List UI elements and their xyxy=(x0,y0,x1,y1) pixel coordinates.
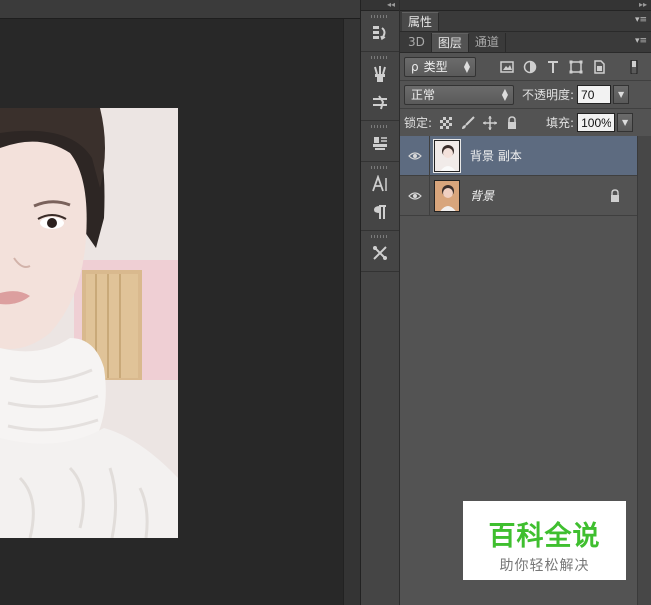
filter-toggle-icon[interactable] xyxy=(626,59,642,75)
canvas-photo[interactable] xyxy=(0,108,178,538)
tool-presets-icon[interactable] xyxy=(367,241,393,265)
panel-menu-icon[interactable]: ▾≡ xyxy=(635,36,647,46)
collapse-arrows-icon[interactable]: ▸▸ xyxy=(400,0,651,11)
history-icon[interactable] xyxy=(367,21,393,45)
stepper-arrows-icon: ▲ ▼ xyxy=(501,86,508,102)
visibility-eye-icon[interactable] xyxy=(400,135,430,176)
shape-filter-icon[interactable] xyxy=(568,59,584,75)
fill-label: 填充: xyxy=(546,116,575,130)
panel-menu-icon[interactable]: ▾≡ xyxy=(635,15,647,25)
opacity-dropdown-button[interactable]: ▼ xyxy=(613,85,630,104)
blend-mode-select[interactable]: 正常 ▲ ▼ xyxy=(404,84,514,105)
collapsed-panel-strip: ◂◂ xyxy=(360,0,400,605)
layer-filter-row: ρ 类型 ▲ ▼ xyxy=(400,53,651,81)
filter-kind-select[interactable]: ρ 类型 ▲ ▼ xyxy=(404,56,476,77)
stepper-arrows-icon: ▲ ▼ xyxy=(463,58,470,74)
search-icon: ρ xyxy=(411,59,419,74)
layers-scrollbar[interactable] xyxy=(637,136,651,605)
brush-preset-icon[interactable] xyxy=(367,62,393,86)
pixel-filter-icon[interactable] xyxy=(499,59,515,75)
portrait-image xyxy=(0,108,178,538)
opacity-label: 不透明度: xyxy=(522,88,575,102)
lock-image-pixels-icon[interactable] xyxy=(460,115,476,131)
lock-fill-row: 锁定: 填充: ▼ xyxy=(400,109,651,137)
document-canvas-area[interactable] xyxy=(0,0,360,605)
character-icon[interactable] xyxy=(367,172,393,196)
lock-position-icon[interactable] xyxy=(482,115,498,131)
layer-thumbnail xyxy=(433,138,461,173)
panel-grip[interactable] xyxy=(371,125,389,128)
layer-thumbnail xyxy=(434,179,460,212)
fill-input[interactable] xyxy=(577,113,616,132)
layer-name[interactable]: 背景 副本 xyxy=(470,147,522,164)
tab-3d[interactable]: 3D xyxy=(402,33,432,52)
filter-kind-label: 类型 xyxy=(423,60,448,74)
tab-layers[interactable]: 图层 xyxy=(431,33,469,52)
layer-name[interactable]: 背景 xyxy=(470,187,494,204)
blend-mode-value: 正常 xyxy=(411,88,436,102)
watermark-title: 百科全说 xyxy=(488,521,601,552)
panel-grip[interactable] xyxy=(371,56,389,59)
blend-opacity-row: 正常 ▲▼ 不透明度: ▼ xyxy=(400,81,651,109)
visibility-eye-icon[interactable] xyxy=(400,175,430,216)
smart-object-filter-icon[interactable] xyxy=(591,59,607,75)
panel-grip[interactable] xyxy=(371,166,389,169)
panel-grip[interactable] xyxy=(371,15,389,18)
properties-tab-bar: 属性 ▾≡ xyxy=(400,11,651,32)
clone-source-icon[interactable] xyxy=(367,131,393,155)
tab-channels[interactable]: 通道 xyxy=(469,33,506,52)
watermark-logo: 百科全说 助你轻松解决 xyxy=(463,501,626,580)
lock-label: 锁定: xyxy=(404,116,433,130)
lock-all-icon[interactable] xyxy=(504,115,520,131)
layer-row-background-copy[interactable]: 背景 副本 xyxy=(400,135,637,176)
layers-tab-bar: 3D 图层 通道 ▾≡ xyxy=(400,32,651,53)
opacity-input[interactable] xyxy=(577,85,612,104)
paragraph-icon[interactable] xyxy=(367,200,393,224)
brush-settings-icon[interactable] xyxy=(367,90,393,114)
fill-dropdown-button[interactable]: ▼ xyxy=(617,113,634,132)
document-tab-bar xyxy=(0,0,360,19)
adjustment-filter-icon[interactable] xyxy=(522,59,538,75)
watermark-subtitle: 助你轻松解决 xyxy=(499,558,590,574)
canvas-vertical-scrollbar[interactable] xyxy=(343,19,360,605)
collapse-arrows-icon[interactable]: ◂◂ xyxy=(361,0,399,11)
layer-row-background[interactable]: 背景 xyxy=(400,175,637,216)
tab-properties[interactable]: 属性 xyxy=(402,12,440,31)
type-filter-icon[interactable] xyxy=(545,59,561,75)
lock-transparent-pixels-icon[interactable] xyxy=(438,115,454,131)
photoshop-window: ◂◂ ▸▸ 属性 ▾≡ 3D 图层 通道 ▾≡ ρ 类型 ▲ ▼ 正常 ▲ ▼ … xyxy=(0,0,651,605)
panel-grip[interactable] xyxy=(371,235,389,238)
layer-lock-icon xyxy=(609,189,621,203)
